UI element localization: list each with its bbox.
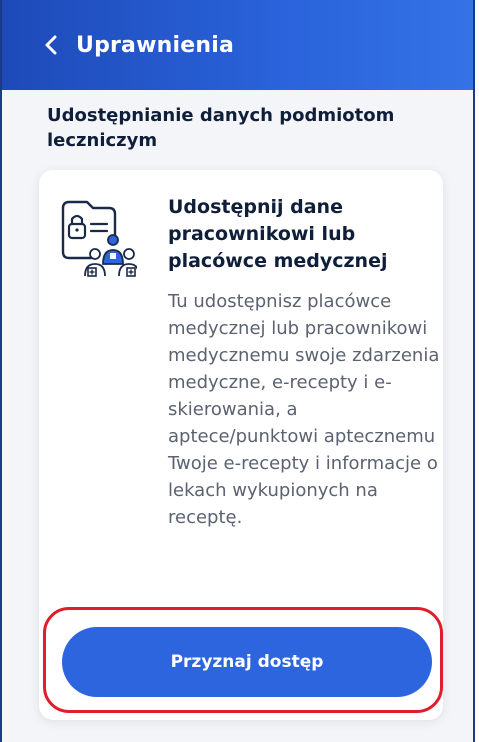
- medical-folder-share-icon: [57, 194, 140, 280]
- top-bar: Uprawnienia: [2, 0, 473, 90]
- card-description: Tu udostępnisz placówce medycznej lub pr…: [168, 291, 440, 528]
- chevron-left-icon: [45, 35, 57, 55]
- card-title: Udostępnij dane pracownikowi lub placówc…: [168, 196, 388, 272]
- app-screen: Uprawnienia Udostępnianie danych podmiot…: [0, 0, 475, 742]
- page-title: Uprawnienia: [76, 32, 235, 58]
- section-heading: Udostępnianie danych podmiotom leczniczy…: [47, 105, 395, 151]
- grant-access-button[interactable]: Przyznaj dostęp: [62, 627, 432, 697]
- back-button[interactable]: [40, 31, 62, 59]
